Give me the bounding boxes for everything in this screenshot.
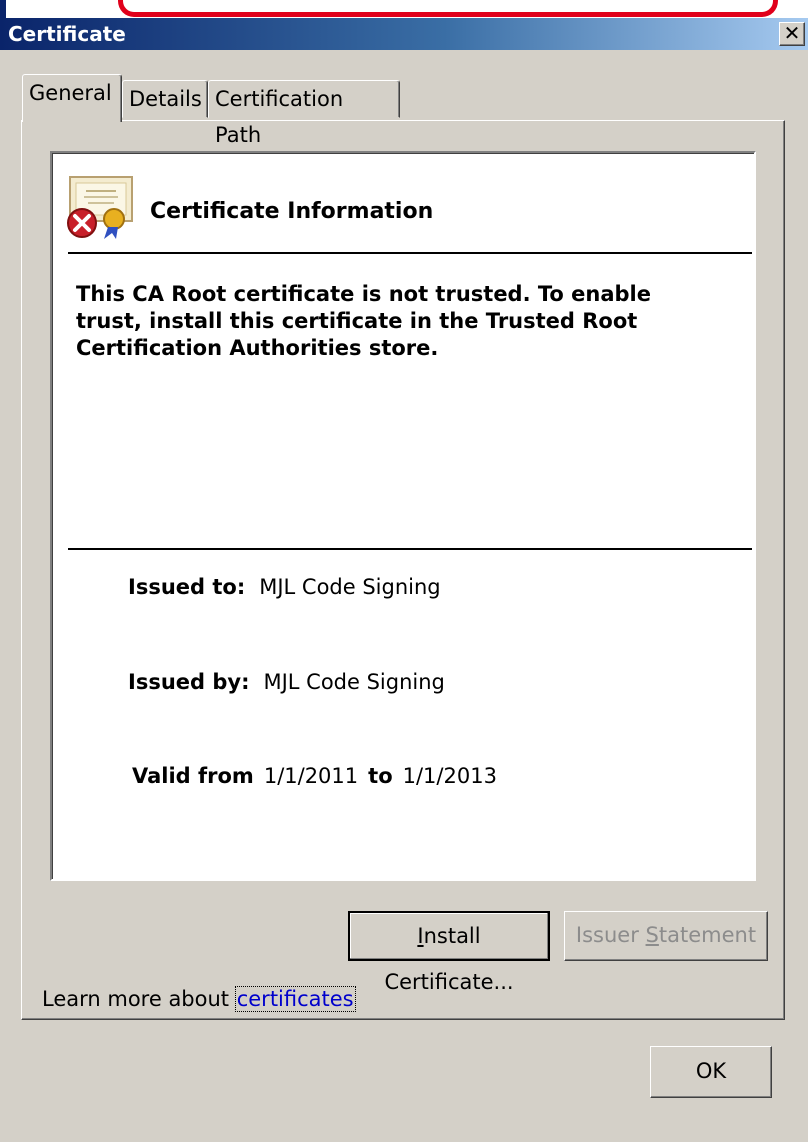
divider (68, 252, 752, 254)
window-title: Certificate (8, 22, 126, 46)
ok-button[interactable]: OK (650, 1046, 772, 1098)
certificates-link[interactable]: certificates (234, 986, 356, 1012)
certificate-info-box: Certificate Information This CA Root cer… (50, 151, 756, 881)
install-label: nstall Certificate... (384, 924, 514, 994)
issued-by-row: Issued by: MJL Code Signing (128, 670, 445, 694)
divider (68, 548, 752, 550)
valid-to-value: 1/1/2013 (402, 764, 497, 788)
issued-to-value: MJL Code Signing (259, 575, 441, 599)
install-certificate-button[interactable]: Install Certificate... (348, 911, 550, 994)
issuer-statement-button[interactable]: Issuer Statement (564, 911, 768, 961)
certificate-error-icon (67, 176, 133, 239)
dialog-body: General Details Certification Path Certi… (0, 50, 808, 1142)
issued-by-value: MJL Code Signing (263, 670, 445, 694)
info-heading: Certificate Information (150, 199, 434, 224)
close-button[interactable]: ✕ (779, 22, 805, 46)
learn-more-text: Learn more about certificates (42, 986, 356, 1012)
highlight-annotation (118, 0, 778, 17)
issued-by-label: Issued by: (128, 670, 250, 694)
valid-from-value: 1/1/2011 (263, 764, 359, 788)
valid-to-label: to (368, 764, 393, 788)
issued-to-label: Issued to: (128, 575, 246, 599)
tab-general[interactable]: General (22, 74, 122, 122)
tab-panel-general: Certificate Information This CA Root cer… (21, 120, 785, 1020)
title-bar[interactable]: Certificate ✕ (0, 18, 808, 50)
learn-more-prefix: Learn more about (42, 987, 236, 1011)
close-icon: ✕ (783, 21, 801, 45)
issuer-label-start: Issuer (575, 923, 646, 947)
issuer-label-end: tatement (658, 923, 757, 947)
trust-message: This CA Root certificate is not trusted.… (76, 282, 651, 360)
valid-from-label: Valid from (132, 764, 254, 788)
tab-certification-path[interactable]: Certification Path (208, 80, 400, 147)
tab-details[interactable]: Details (122, 80, 208, 118)
issuer-accelerator: S (645, 923, 659, 947)
validity-row: Valid from 1/1/2011 to 1/1/2013 (132, 764, 497, 788)
issued-to-row: Issued to: MJL Code Signing (128, 575, 441, 599)
